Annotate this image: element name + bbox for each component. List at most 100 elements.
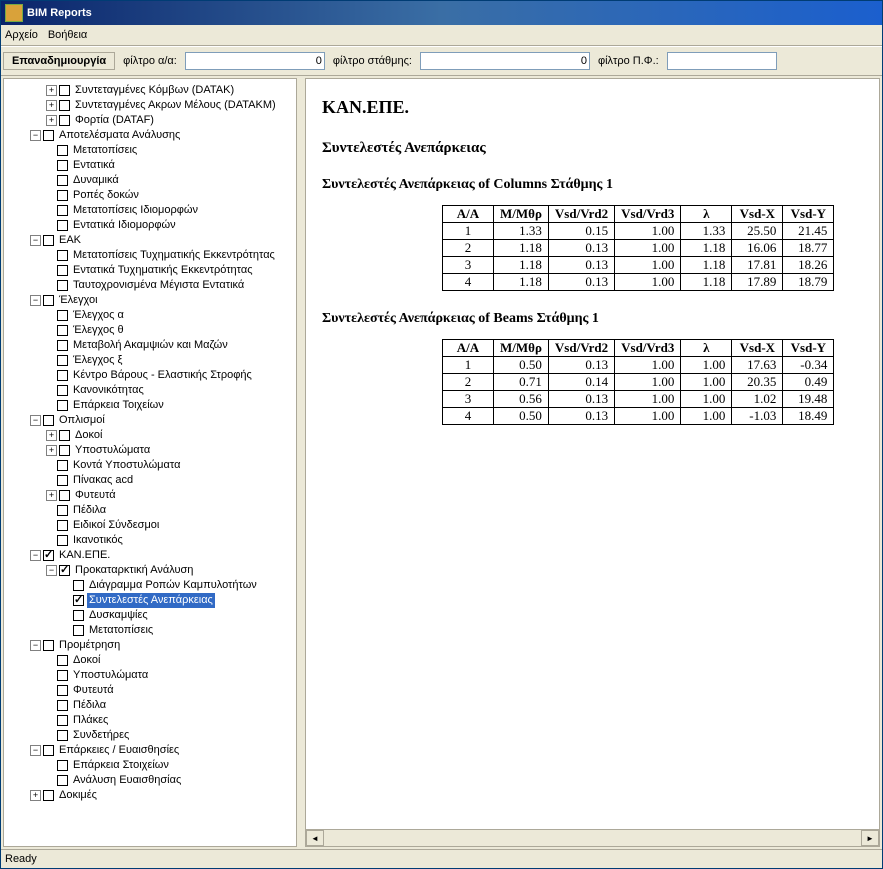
collapse-icon[interactable]: − xyxy=(30,745,41,756)
collapse-icon[interactable]: − xyxy=(30,640,41,651)
collapse-icon[interactable]: − xyxy=(30,415,41,426)
collapse-icon[interactable]: − xyxy=(30,295,41,306)
tree-item[interactable]: +Συντεταγμένες Κόμβων (DATAK) xyxy=(8,83,294,98)
tree-item-label[interactable]: Προκαταρκτική Ανάλυση xyxy=(73,563,195,578)
tree-item-label[interactable]: Διάγραμμα Ροπών Καμπυλοτήτων xyxy=(87,578,259,593)
tree-item-label[interactable]: Φορτία (DATAF) xyxy=(73,113,156,128)
tree-item[interactable]: − Προμέτρηση xyxy=(8,638,294,653)
tree-item-label[interactable]: Μεταβολή Ακαμψιών και Μαζών xyxy=(71,338,230,353)
tree-item[interactable]: Δυναμικά xyxy=(8,173,294,188)
tree-item[interactable]: − Αποτελέσματα Ανάλυσης xyxy=(8,128,294,143)
expand-icon[interactable]: + xyxy=(46,85,57,96)
tree-checkbox[interactable] xyxy=(57,520,68,531)
tree-checkbox[interactable] xyxy=(57,190,68,201)
tree-item[interactable]: Ταυτοχρονισμένα Μέγιστα Εντατικά xyxy=(8,278,294,293)
tree-item[interactable]: Διάγραμμα Ροπών Καμπυλοτήτων xyxy=(8,578,294,593)
tree-item-label[interactable]: ΚΑΝ.ΕΠΕ. xyxy=(57,548,112,563)
tree-item[interactable]: Υποστυλώματα xyxy=(8,668,294,683)
tree-checkbox[interactable] xyxy=(57,475,68,486)
tree-item[interactable]: Μετατοπίσεις xyxy=(8,143,294,158)
tree-item[interactable]: − Επάρκειες / Ευαισθησίες xyxy=(8,743,294,758)
tree-item-label[interactable]: Έλεγχος θ xyxy=(71,323,126,338)
tree-item-label[interactable]: Φυτευτά xyxy=(73,488,118,503)
tree-item[interactable]: Πέδιλα xyxy=(8,503,294,518)
filter-aa-input[interactable] xyxy=(185,52,325,70)
tree-checkbox[interactable] xyxy=(59,100,70,111)
tree-item[interactable]: Μετατοπίσεις Ιδιομορφών xyxy=(8,203,294,218)
tree-checkbox[interactable] xyxy=(57,760,68,771)
filter-level-input[interactable] xyxy=(420,52,590,70)
tree-checkbox[interactable] xyxy=(59,565,70,576)
tree-item-label[interactable]: Συντεταγμένες Ακρων Μέλους (DATAKM) xyxy=(73,98,278,113)
tree-item-label[interactable]: Επάρκειες / Ευαισθησίες xyxy=(57,743,181,758)
tree-checkbox[interactable] xyxy=(57,145,68,156)
tree-checkbox[interactable] xyxy=(43,745,54,756)
tree-item-label[interactable]: Επάρκεια Τοιχείων xyxy=(71,398,166,413)
tree-checkbox[interactable] xyxy=(57,460,68,471)
tree-item-label[interactable]: Υποστυλώματα xyxy=(73,443,152,458)
tree-item-label[interactable]: Έλεγχος α xyxy=(71,308,126,323)
tree-item-label[interactable]: Μετατοπίσεις xyxy=(87,623,155,638)
tree-item[interactable]: Ικανοτικός xyxy=(8,533,294,548)
tree-checkbox[interactable] xyxy=(73,625,84,636)
tree-item[interactable]: + Συντεταγμένες Ακρων Μέλους (DATAKM) xyxy=(8,98,294,113)
tree-checkbox[interactable] xyxy=(59,490,70,501)
tree-item-label[interactable]: Πέδιλα xyxy=(71,503,108,518)
tree-item-label[interactable]: Ικανοτικός xyxy=(71,533,125,548)
tree-item-label[interactable]: Φυτευτά xyxy=(71,683,116,698)
collapse-icon[interactable]: − xyxy=(30,130,41,141)
tree-item-label[interactable]: Οπλισμοί xyxy=(57,413,107,428)
tree-checkbox[interactable] xyxy=(43,295,54,306)
tree-item[interactable]: Κανονικότητας xyxy=(8,383,294,398)
tree-item[interactable]: −EAK xyxy=(8,233,294,248)
tree-item-label[interactable]: Δυσκαμψίες xyxy=(87,608,150,623)
tree-checkbox[interactable] xyxy=(57,655,68,666)
tree-item[interactable]: +Υποστυλώματα xyxy=(8,443,294,458)
expand-icon[interactable]: + xyxy=(46,100,57,111)
tree-checkbox[interactable] xyxy=(43,640,54,651)
tree-item[interactable]: Φυτευτά xyxy=(8,683,294,698)
tree-item[interactable]: −Έλεγχοι xyxy=(8,293,294,308)
tree-checkbox[interactable] xyxy=(43,790,54,801)
tree-item-label[interactable]: Ταυτοχρονισμένα Μέγιστα Εντατικά xyxy=(71,278,246,293)
tree-item-label[interactable]: Προμέτρηση xyxy=(57,638,122,653)
expand-icon[interactable]: + xyxy=(46,115,57,126)
tree-checkbox[interactable] xyxy=(43,130,54,141)
expand-icon[interactable]: + xyxy=(30,790,41,801)
tree-item[interactable]: Εντατικά Τυχηματικής Εκκεντρότητας xyxy=(8,263,294,278)
tree-item[interactable]: Επάρκεια Τοιχείων xyxy=(8,398,294,413)
tree-checkbox[interactable] xyxy=(57,685,68,696)
scroll-track[interactable] xyxy=(324,830,861,846)
tree-item-label[interactable]: Κανονικότητας xyxy=(71,383,146,398)
tree-checkbox[interactable] xyxy=(57,385,68,396)
tree-item[interactable]: Έλεγχος ξ xyxy=(8,353,294,368)
tree-item[interactable]: Δοκοί xyxy=(8,653,294,668)
menu-help[interactable]: Βοήθεια xyxy=(48,29,87,41)
tree-item-label[interactable]: Έλεγχος ξ xyxy=(71,353,124,368)
tree-item-label[interactable]: Συνδετήρες xyxy=(71,728,131,743)
tree-checkbox[interactable] xyxy=(57,265,68,276)
regenerate-button[interactable]: Επαναδημιουργία xyxy=(3,52,115,70)
collapse-icon[interactable]: − xyxy=(30,235,41,246)
scroll-right-arrow-icon[interactable]: ► xyxy=(861,830,879,846)
tree-item[interactable]: Μετατοπίσεις xyxy=(8,623,294,638)
menu-file[interactable]: Αρχείο xyxy=(5,29,38,41)
tree-checkbox[interactable] xyxy=(43,235,54,246)
tree-item[interactable]: Μεταβολή Ακαμψιών και Μαζών xyxy=(8,338,294,353)
tree-item[interactable]: − ΚΑΝ.ΕΠΕ. xyxy=(8,548,294,563)
tree-item[interactable]: Πλάκες xyxy=(8,713,294,728)
tree-checkbox[interactable] xyxy=(57,400,68,411)
tree-item-label[interactable]: Εντατικά xyxy=(71,158,117,173)
tree-checkbox[interactable] xyxy=(57,220,68,231)
tree-item-label[interactable]: Μετατοπίσεις xyxy=(71,143,139,158)
tree-item[interactable]: Επάρκεια Στοιχείων xyxy=(8,758,294,773)
tree-checkbox[interactable] xyxy=(73,580,84,591)
tree-item-label[interactable]: Δοκοί xyxy=(73,428,104,443)
tree-checkbox[interactable] xyxy=(57,310,68,321)
tree-item[interactable]: − Οπλισμοί xyxy=(8,413,294,428)
collapse-icon[interactable]: − xyxy=(30,550,41,561)
tree-item-label[interactable]: Αποτελέσματα Ανάλυσης xyxy=(57,128,182,143)
tree-item[interactable]: Πέδιλα xyxy=(8,698,294,713)
tree-checkbox[interactable] xyxy=(57,250,68,261)
tree-checkbox[interactable] xyxy=(57,205,68,216)
